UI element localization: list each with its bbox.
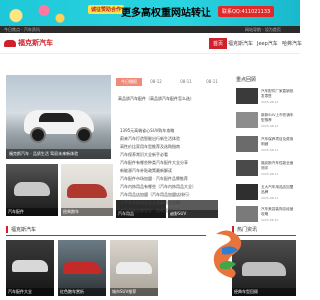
watermark-logo-icon bbox=[213, 230, 242, 278]
car-image bbox=[14, 182, 50, 196]
tab-date[interactable]: 08-11 bbox=[202, 78, 222, 86]
news-item[interactable]: 汽车配件有哪些种类汽车配件大全分享 bbox=[120, 160, 225, 166]
news-item[interactable]: 二手车交易流程及注意事项全攻略 bbox=[120, 200, 225, 206]
sidebar-item[interactable]: 汽车美容装饰店经营攻略 2025-08-10 bbox=[236, 206, 296, 226]
car-image bbox=[116, 262, 152, 274]
thumb-caption: 汽车配件 bbox=[6, 208, 58, 216]
sidebar-item-title: 汽车保养项目及费用明细 bbox=[261, 137, 294, 146]
car-image bbox=[12, 260, 48, 272]
thumb-card[interactable]: 经典跑车 bbox=[61, 164, 113, 216]
news-item[interactable]: 专业改装店哪家好 · 改装案例分享 bbox=[120, 208, 225, 214]
sidebar-thumb bbox=[236, 206, 258, 222]
bottom-card[interactable]: 城市SUV推荐 bbox=[110, 240, 158, 296]
news-item[interactable]: 1395元高端省心SUV购车攻略 bbox=[120, 128, 225, 134]
nav-focus-cars[interactable]: 福克斯汽车 bbox=[228, 40, 253, 47]
bottom-caption: 红色跑车赏析 bbox=[58, 288, 106, 296]
sidebar-item-title: 五大汽车用品店加盟品牌 bbox=[261, 185, 294, 194]
sidebar-thumb bbox=[236, 136, 258, 152]
bottom-card[interactable]: 红色跑车赏析 bbox=[58, 240, 106, 296]
banner-decoration bbox=[0, 0, 80, 26]
nav-home[interactable]: 首页 bbox=[209, 38, 228, 49]
section-header-left: 福克斯汽车 bbox=[6, 226, 206, 236]
sidebar-item[interactable]: 新款SUV上市热销车型推荐 2025-08-12 bbox=[236, 112, 296, 132]
news-item[interactable]: 高性价比家用车型推荐及选购指南 bbox=[120, 144, 225, 150]
bottom-card[interactable]: 汽车配件大全 bbox=[6, 240, 54, 296]
tab-today[interactable]: 今日播报 bbox=[116, 78, 142, 86]
car-wheel bbox=[76, 127, 92, 143]
car-logo-icon bbox=[4, 39, 16, 47]
car-image bbox=[67, 184, 107, 198]
car-image bbox=[242, 262, 286, 276]
sidebar-item-date: 2025-08-10 bbox=[261, 218, 279, 222]
section-title: 福克斯汽车 bbox=[11, 227, 37, 233]
top-utility-bar: 今日焦点 · 汽车资讯 网站导航 · 设为首页 bbox=[0, 26, 300, 33]
news-item[interactable]: 汽车配件市场加盟 · 汽车配件品牌推荐 bbox=[120, 176, 225, 182]
news-item[interactable]: 新能源汽车补贴政策最新解读 bbox=[120, 168, 225, 174]
banner-pill: 诚征赞助合作 bbox=[88, 5, 125, 14]
sidebar-item[interactable]: 五大汽车用品店加盟品牌 2025-08-11 bbox=[236, 184, 296, 204]
news-item[interactable]: 汽车用品店加盟（汽车用品加盟店排行） bbox=[120, 192, 225, 198]
banner-headline: 更多高权重网站转让 bbox=[121, 8, 211, 19]
bottom-caption: 城市SUV推荐 bbox=[110, 288, 158, 296]
sidebar-item-title: 汽车美容装饰店经营攻略 bbox=[261, 207, 294, 216]
car-image bbox=[63, 262, 101, 274]
bottom-caption: 经典车型回顾 bbox=[232, 288, 296, 296]
sidebar-thumb bbox=[236, 112, 258, 128]
hero-image-card[interactable]: 福克斯汽车 · 品质生活 驾驭未来新体验 bbox=[6, 75, 111, 159]
sidebar-item-date: 2025-08-12 bbox=[261, 124, 279, 128]
news-item[interactable]: 汽车内饰用品有哪些（汽车内饰用品大全） bbox=[120, 184, 225, 190]
thumb-caption: 经典跑车 bbox=[61, 208, 113, 216]
car-wheel bbox=[30, 127, 46, 143]
top-banner-ad[interactable]: 诚征赞助合作 更多高权重网站转让 联系QQ:411021133 bbox=[0, 0, 300, 26]
sidebar-item-date: 2025-08-11 bbox=[261, 196, 279, 200]
sidebar-thumb bbox=[236, 184, 258, 200]
featured-headline[interactable]: 高品质汽车配件（高品质汽车配件怎么选） bbox=[118, 96, 228, 102]
sidebar-item[interactable]: 福克斯汽车性能全面测评 2025-08-11 bbox=[236, 160, 296, 180]
news-item[interactable]: 蔚来汽车打造智能出行新生活体验 bbox=[120, 136, 225, 142]
sidebar-item-date: 2025-08-11 bbox=[261, 172, 279, 176]
sidebar-thumb bbox=[236, 160, 258, 176]
nav-jeep-cars[interactable]: Jeep汽车 bbox=[257, 40, 278, 47]
sidebar-thumb bbox=[236, 88, 258, 104]
bottom-caption: 汽车配件大全 bbox=[6, 288, 54, 296]
site-logo[interactable]: 福克斯汽车 bbox=[4, 38, 53, 48]
sidebar-item-date: 2025-08-11 bbox=[261, 148, 279, 152]
sidebar-item-title: 汽车配件厂家直销批发零售 bbox=[261, 89, 294, 98]
logo-text: 福克斯汽车 bbox=[18, 39, 53, 47]
sidebar-item[interactable]: 汽车配件厂家直销批发零售 2025-08-12 bbox=[236, 88, 296, 108]
section-bar bbox=[6, 226, 8, 233]
sidebar-item-date: 2025-08-12 bbox=[261, 100, 279, 104]
thumb-card[interactable]: 汽车配件 bbox=[6, 164, 58, 216]
sidebar-item-title: 福克斯汽车性能全面测评 bbox=[261, 161, 294, 170]
tab-date[interactable]: 08-11 bbox=[176, 78, 196, 86]
news-item[interactable]: 汽车保养常识大全新手必看 bbox=[120, 152, 225, 158]
sidebar-title: 重点回顾 bbox=[236, 77, 257, 83]
sidebar-item-title: 新款SUV上市热销车型推荐 bbox=[261, 113, 294, 122]
sidebar-item[interactable]: 汽车保养项目及费用明细 2025-08-11 bbox=[236, 136, 296, 156]
banner-contact[interactable]: 联系QQ:411021133 bbox=[218, 6, 275, 17]
nav-haval-cars[interactable]: 哈弗汽车 bbox=[282, 40, 302, 47]
tab-date[interactable]: 08-12 bbox=[146, 78, 166, 86]
hero-caption: 福克斯汽车 · 品质生活 驾驭未来新体验 bbox=[6, 149, 111, 159]
car-window bbox=[39, 113, 74, 122]
